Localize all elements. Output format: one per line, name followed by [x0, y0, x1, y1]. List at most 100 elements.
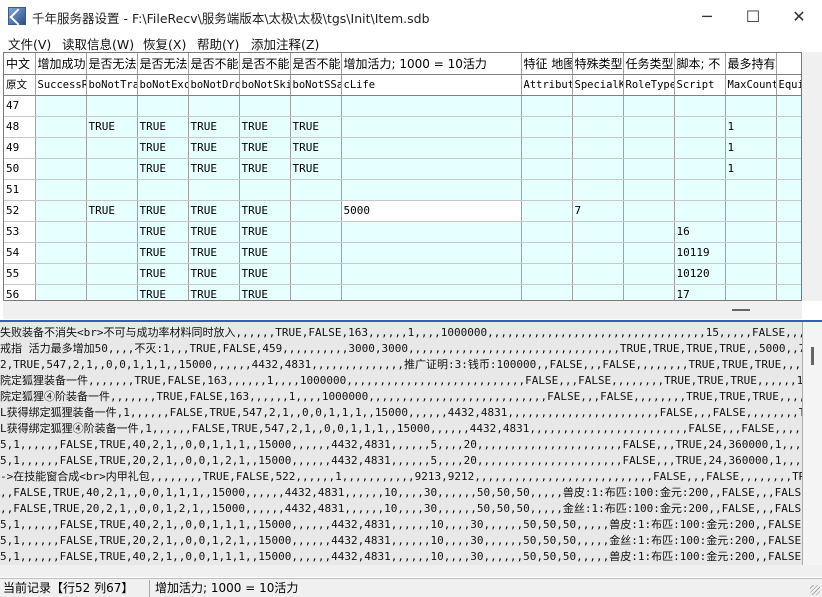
grid-cell[interactable] — [290, 242, 342, 264]
grid-cell[interactable] — [623, 116, 675, 138]
grid-cell[interactable]: 增加活力; 1000 = 10活力 — [341, 53, 522, 75]
grid-cell[interactable] — [674, 137, 726, 159]
text-line[interactable]: 5,1,,,,,,FALSE,TRUE,40,2,1,,0,0,1,1,1,,1… — [0, 517, 802, 533]
grid-cell[interactable] — [776, 137, 801, 159]
grid-cell[interactable]: TRUE — [188, 221, 240, 243]
row-header[interactable]: 55 — [4, 263, 36, 285]
grid-cell[interactable] — [86, 95, 138, 117]
grid-cell[interactable]: TRUE — [86, 116, 138, 138]
grid-cell[interactable] — [35, 200, 87, 222]
grid-cell[interactable]: TRUE — [188, 284, 240, 300]
grid-cell[interactable]: 17 — [674, 284, 726, 300]
grid-cell[interactable] — [674, 179, 726, 201]
grid-cell[interactable]: TRUE — [188, 242, 240, 264]
grid-cell[interactable] — [572, 284, 624, 300]
grid-cell[interactable] — [86, 284, 138, 300]
row-header[interactable]: 50 — [4, 158, 36, 180]
grid-cell[interactable] — [35, 116, 87, 138]
grid-cell[interactable]: 1 — [725, 116, 777, 138]
grid-cell[interactable]: TRUE — [239, 284, 291, 300]
grid-cell[interactable] — [725, 263, 777, 285]
grid-cell[interactable] — [674, 95, 726, 117]
close-button[interactable]: ✕ — [776, 0, 822, 32]
grid-cell[interactable]: TRUE — [137, 284, 189, 300]
grid-cell[interactable] — [521, 116, 573, 138]
grid-cell[interactable] — [239, 179, 291, 201]
grid-cell[interactable] — [572, 95, 624, 117]
grid-cell[interactable]: MaxCount — [725, 74, 777, 96]
grid-cell[interactable] — [35, 284, 87, 300]
grid-cell[interactable] — [623, 242, 675, 264]
grid-cell[interactable] — [572, 137, 624, 159]
menu-help[interactable]: 帮助(Y) — [197, 34, 239, 53]
row-header[interactable]: 48 — [4, 116, 36, 138]
grid-cell[interactable] — [572, 116, 624, 138]
grid-cell[interactable]: TRUE — [188, 158, 240, 180]
grid-cell[interactable]: TRUE — [188, 137, 240, 159]
grid-cell[interactable]: TRUE — [137, 158, 189, 180]
text-horizontal-scrollbar[interactable] — [0, 565, 822, 577]
grid-cell[interactable] — [521, 242, 573, 264]
grid-cell[interactable] — [290, 263, 342, 285]
grid-cell[interactable]: SpecialK — [572, 74, 624, 96]
maximize-button[interactable]: ☐ — [730, 0, 776, 32]
text-line[interactable]: 2,TRUE,547,2,1,,0,0,1,1,1,,15000,,,,,,44… — [0, 357, 802, 373]
grid-cell[interactable] — [776, 284, 801, 300]
grid-cell[interactable] — [521, 263, 573, 285]
grid-cell[interactable]: TRUE — [239, 221, 291, 243]
grid-cell[interactable] — [86, 242, 138, 264]
grid-cell[interactable] — [725, 179, 777, 201]
text-line[interactable]: 院定狐狸装备一件,,,,,,,TRUE,FALSE,163,,,,,,1,,,,… — [0, 373, 802, 389]
menu-read-info[interactable]: 读取信息(W) — [62, 34, 134, 53]
grid-cell[interactable] — [725, 221, 777, 243]
grid-cell[interactable]: 是否不能 — [188, 53, 240, 75]
grid-cell[interactable]: TRUE — [137, 137, 189, 159]
grid-cell[interactable] — [35, 179, 87, 201]
grid-cell[interactable] — [725, 95, 777, 117]
grid-cell[interactable] — [572, 263, 624, 285]
grid-cell[interactable]: 10120 — [674, 263, 726, 285]
grid-cell[interactable] — [521, 137, 573, 159]
grid-cell[interactable]: Attribut — [521, 74, 573, 96]
row-header[interactable]: 原文 — [4, 74, 36, 96]
grid-cell[interactable]: TRUE — [188, 116, 240, 138]
grid-cell[interactable]: TRUE — [239, 116, 291, 138]
data-grid[interactable]: 中文 增加成功 是否无法 是否无法 是否不能 是否不能 是否不能 增加活力; 1000 = 1… — [3, 52, 802, 301]
grid-cell[interactable] — [776, 221, 801, 243]
grid-cell[interactable]: TRUE — [239, 263, 291, 285]
grid-cell[interactable]: TRUE — [137, 116, 189, 138]
row-header[interactable]: 53 — [4, 221, 36, 243]
grid-cell[interactable] — [623, 179, 675, 201]
grid-cell[interactable]: Script — [674, 74, 726, 96]
grid-cell[interactable] — [572, 221, 624, 243]
row-header[interactable]: 47 — [4, 95, 36, 117]
grid-cell[interactable]: boNotTra — [86, 74, 138, 96]
text-line[interactable]: ,,FALSE,TRUE,20,2,1,,0,0,1,2,1,,15000,,,… — [0, 501, 802, 517]
grid-cell[interactable]: 是否无法 — [86, 53, 138, 75]
grid-cell[interactable] — [725, 284, 777, 300]
grid-cell[interactable]: cLife — [341, 74, 522, 96]
grid-cell[interactable] — [290, 284, 342, 300]
text-line[interactable]: L获得绑定狐狸④阶装备一件,1,,,,,,FALSE,TRUE,547,2,1,… — [0, 421, 802, 437]
menu-file[interactable]: 文件(V) — [8, 34, 51, 53]
resize-grip-icon[interactable] — [810, 585, 820, 595]
row-header[interactable]: 52 — [4, 200, 36, 222]
grid-cell[interactable] — [521, 95, 573, 117]
grid-cell[interactable]: 7 — [572, 200, 624, 222]
grid-cell[interactable] — [35, 263, 87, 285]
grid-cell[interactable]: 10119 — [674, 242, 726, 264]
grid-cell[interactable]: TRUE — [239, 242, 291, 264]
grid-cell[interactable] — [521, 221, 573, 243]
grid-cell[interactable] — [674, 158, 726, 180]
row-header[interactable]: 49 — [4, 137, 36, 159]
row-header[interactable]: 56 — [4, 284, 36, 300]
raw-text-pane[interactable]: 失败装备不消失<br>不可与成功率材料同时放入,,,,,,TRUE,FALSE,… — [0, 322, 803, 565]
grid-cell[interactable]: Equi — [776, 74, 801, 96]
grid-cell[interactable] — [341, 158, 522, 180]
grid-cell[interactable] — [776, 95, 801, 117]
grid-cell[interactable]: boNotSki — [239, 74, 291, 96]
grid-cell[interactable]: RoleType — [623, 74, 675, 96]
grid-cell[interactable] — [86, 221, 138, 243]
grid-cell[interactable]: TRUE — [290, 116, 342, 138]
grid-cell[interactable] — [776, 263, 801, 285]
